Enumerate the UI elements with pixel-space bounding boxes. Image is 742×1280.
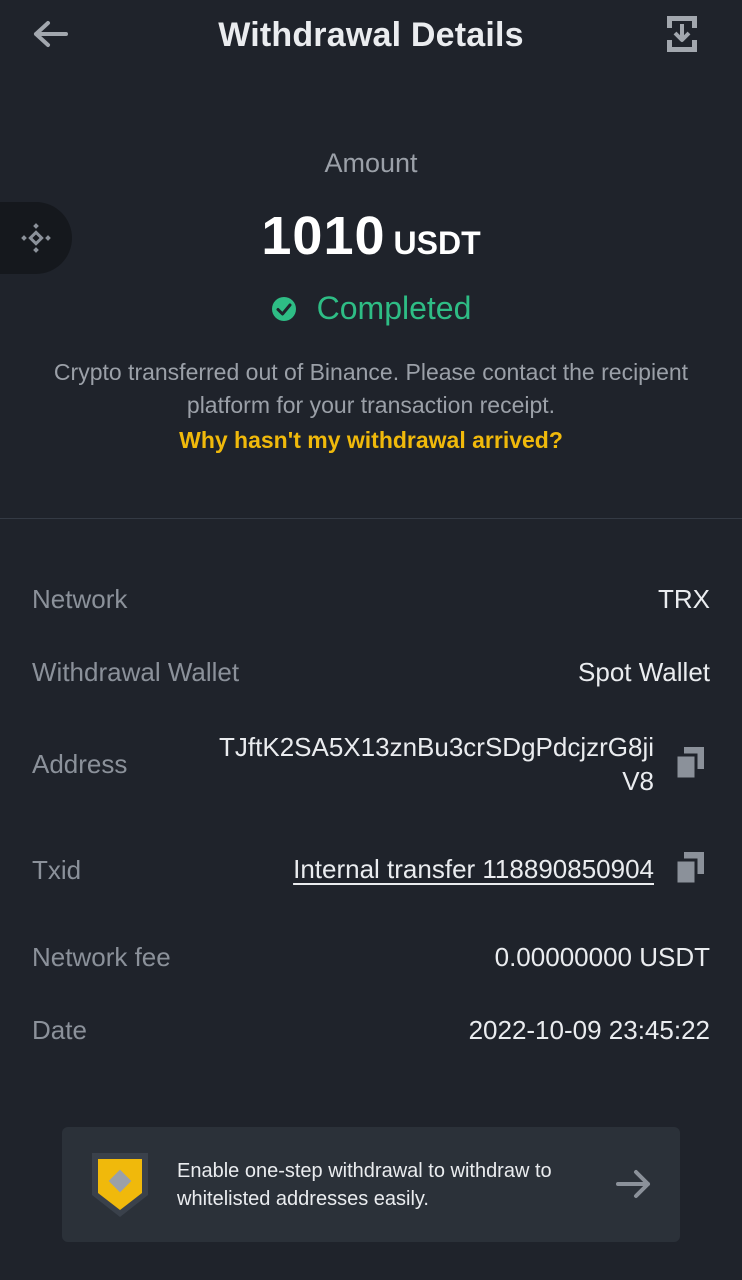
txid-label: Txid	[32, 855, 82, 885]
network-label: Network	[32, 584, 128, 614]
network-value: TRX	[658, 584, 710, 614]
status-text: Completed	[316, 290, 472, 326]
address-label: Address	[32, 749, 128, 779]
date-value: 2022-10-09 23:45:22	[468, 1015, 710, 1045]
one-step-withdrawal-banner[interactable]: Enable one-step withdrawal to withdraw t…	[62, 1127, 680, 1242]
page-title: Withdrawal Details	[218, 16, 524, 54]
download-icon	[667, 16, 697, 52]
amount-label: Amount	[324, 148, 418, 178]
copy-address-button[interactable]	[674, 746, 706, 780]
amount-display: 1010 USDT	[0, 205, 742, 267]
network-fee-value: 0.00000000 USDT	[494, 942, 710, 972]
check-circle-icon	[271, 296, 296, 321]
copy-txid-button[interactable]	[674, 851, 706, 885]
amount-value: 1010	[261, 206, 386, 266]
txid-value[interactable]: Internal transfer 118890850904	[293, 854, 654, 885]
download-button[interactable]	[662, 12, 702, 56]
withdrawal-wallet-value: Spot Wallet	[578, 657, 710, 687]
header-bar: Withdrawal Details	[0, 0, 742, 76]
withdrawal-details-screen: Withdrawal Details Amount 1010 USDT Comp…	[0, 0, 742, 1280]
shield-icon	[92, 1153, 148, 1217]
address-value: TJftK2SA5X13znBu3crSDgPdcjzrG8jiV8	[219, 732, 654, 796]
withdrawal-wallet-label: Withdrawal Wallet	[32, 657, 240, 687]
withdrawal-help-link[interactable]: Why hasn't my withdrawal arrived?	[0, 427, 742, 454]
status-row: Completed	[0, 290, 742, 327]
arrow-right-icon	[616, 1170, 650, 1198]
amount-unit: USDT	[393, 225, 481, 261]
banner-text: Enable one-step withdrawal to withdraw t…	[177, 1160, 552, 1210]
network-fee-label: Network fee	[32, 942, 171, 972]
status-description: Crypto transferred out of Binance. Pleas…	[53, 359, 689, 418]
date-label: Date	[32, 1015, 87, 1045]
section-divider	[0, 518, 742, 519]
